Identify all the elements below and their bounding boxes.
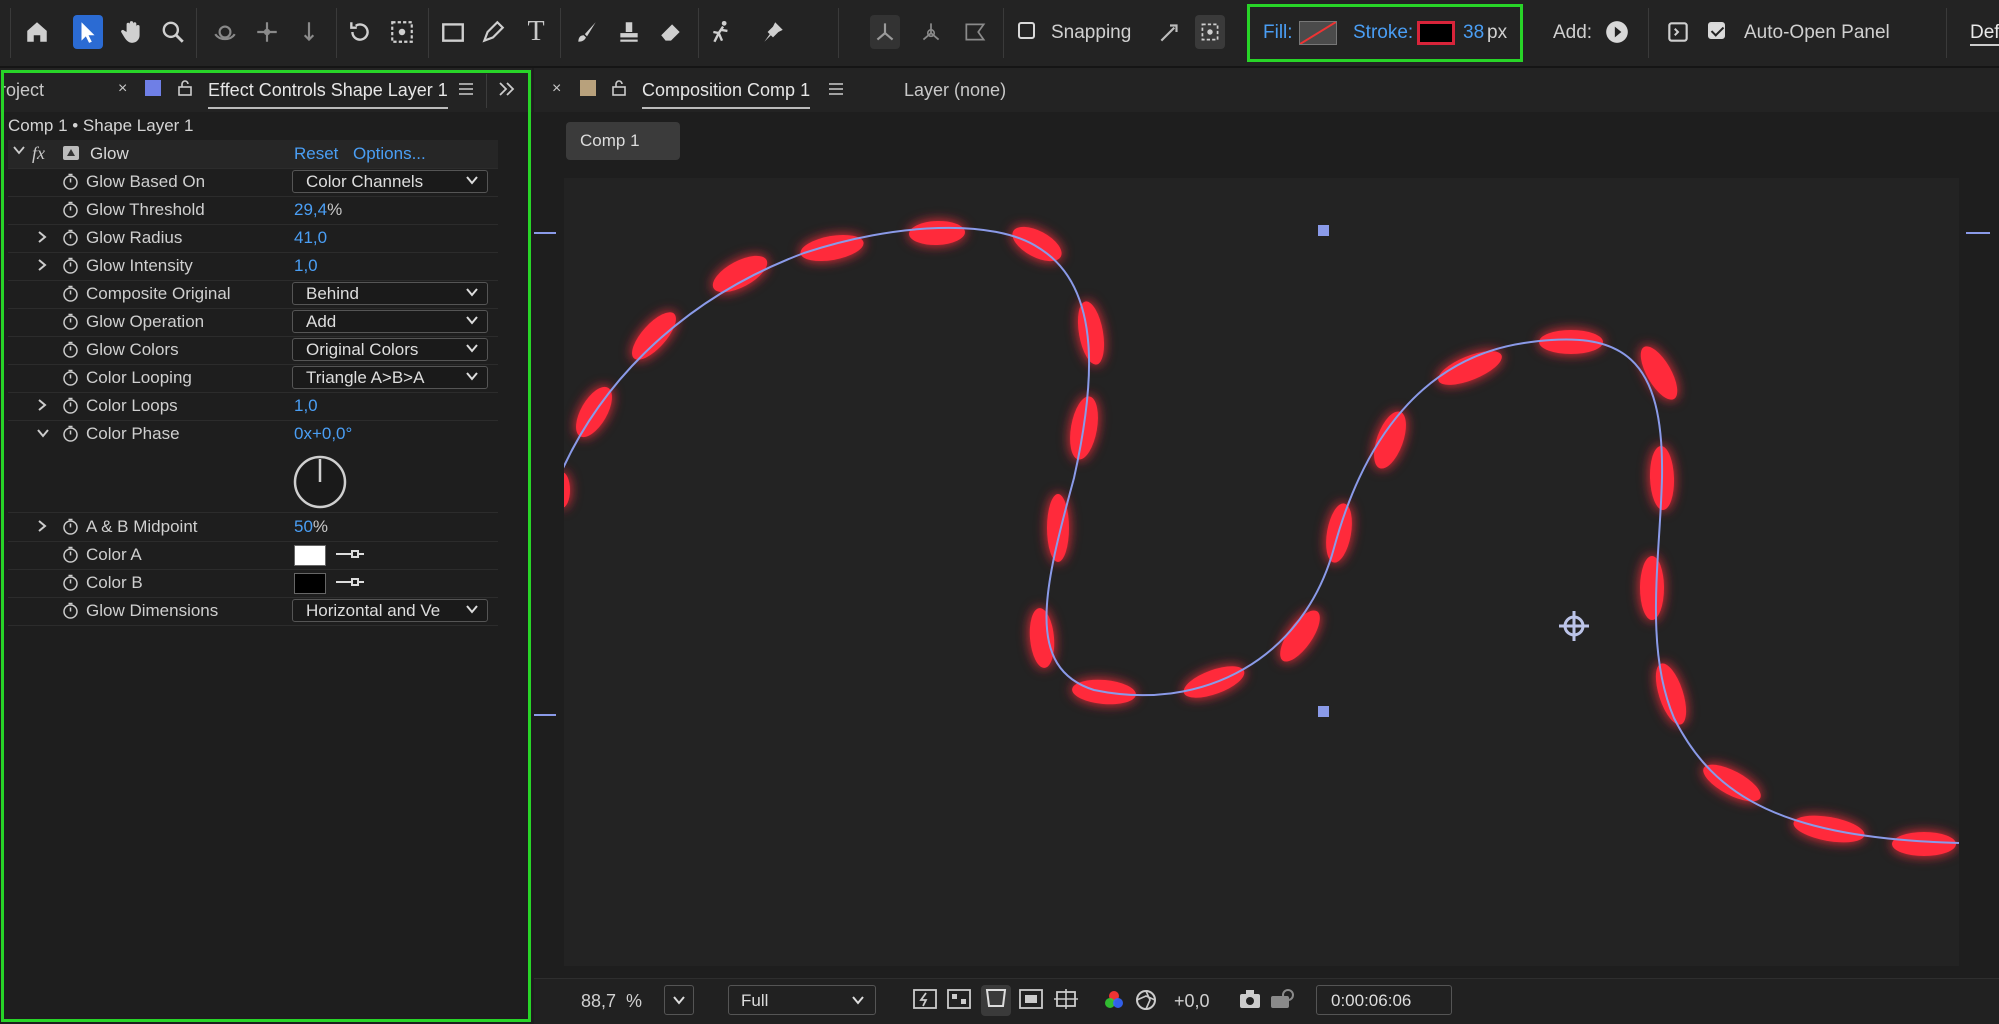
stroke-width-value[interactable]: 38 [1463, 22, 1484, 44]
zoom-unit: % [626, 991, 643, 1011]
exposure-reset-icon[interactable] [1134, 988, 1158, 1017]
snap-features-icon[interactable] [1195, 15, 1225, 49]
viewer-controls-bar: 88,7 % Full +0,0 0:00:06:06 [534, 978, 1999, 1024]
fast-previews-icon[interactable] [912, 987, 938, 1016]
type-icon[interactable]: T [521, 15, 551, 49]
region-of-interest-icon[interactable] [1018, 987, 1044, 1016]
hand-icon[interactable] [117, 15, 147, 49]
exposure-value[interactable]: +0,0 [1174, 991, 1210, 1012]
tab-layer[interactable]: Layer (none) [904, 80, 1006, 101]
stroke-swatch[interactable] [1417, 21, 1455, 45]
snapping-label: Snapping [1051, 22, 1132, 43]
comp-breadcrumb-label: Comp 1 [580, 131, 640, 150]
timecode-value: 0:00:06:06 [1331, 991, 1412, 1010]
toolbar-separator [1946, 8, 1947, 58]
chevron-down-icon [852, 996, 864, 1005]
effect-controls-panel: roject × Effect Controls Shape Layer 1 C… [0, 68, 532, 1023]
toolbar-grip [10, 8, 11, 58]
shape-layer-canvas [564, 220, 1959, 856]
zoom-value[interactable]: 88,7 [581, 991, 616, 1012]
bounding-edge-mark [534, 714, 556, 716]
lock-icon[interactable] [612, 80, 626, 101]
effect-controls-highlight [1, 70, 531, 1022]
close-icon[interactable]: × [552, 80, 561, 98]
comp-breadcrumb-button[interactable]: Comp 1 [566, 122, 680, 160]
composition-panel: × Composition Comp 1 Layer (none) Comp 1 [534, 68, 1999, 1024]
toolbar-separator [336, 8, 337, 58]
auto-open-label: Auto-Open Panel [1744, 22, 1890, 43]
brush-icon[interactable] [572, 15, 602, 49]
camera-snapshot-icon[interactable] [1238, 988, 1262, 1015]
chevron-down-icon [673, 996, 685, 1005]
toolbar-separator [1003, 8, 1004, 58]
rectangle-icon[interactable] [438, 15, 468, 49]
snapping-checkbox[interactable] [1018, 22, 1035, 39]
zoom-dropdown[interactable] [664, 985, 694, 1015]
resolution-dropdown[interactable]: Full [728, 985, 876, 1015]
stroke-label[interactable]: Stroke: [1353, 22, 1413, 44]
composition-viewer[interactable] [564, 178, 1959, 966]
stroke-width-unit: px [1487, 22, 1508, 43]
add-play-icon[interactable] [1602, 15, 1632, 49]
mask-visibility-icon[interactable] [981, 985, 1011, 1016]
home-icon[interactable] [22, 15, 52, 49]
comp-color-swatch [580, 80, 596, 96]
show-snapshot-icon[interactable] [1269, 988, 1295, 1015]
snap-edges-icon[interactable] [1155, 15, 1185, 49]
toolbar-separator [560, 8, 561, 58]
puppet-icon[interactable] [707, 15, 737, 49]
tab-composition[interactable]: Composition Comp 1 [642, 80, 811, 109]
pan-camera-icon[interactable] [252, 15, 282, 49]
view-axis-icon[interactable] [960, 15, 990, 49]
auto-open-checkbox[interactable] [1708, 22, 1725, 39]
dolly-camera-icon[interactable] [294, 15, 324, 49]
bounding-edge-mark [1966, 232, 1990, 234]
pen-icon[interactable] [478, 15, 508, 49]
fill-label[interactable]: Fill: [1263, 22, 1293, 44]
zoom-icon[interactable] [158, 15, 188, 49]
selection-arrow-icon[interactable] [73, 15, 103, 49]
toolbar-separator [698, 8, 699, 58]
current-time-display[interactable]: 0:00:06:06 [1316, 985, 1452, 1015]
toolbar-separator [838, 8, 839, 58]
local-axis-icon[interactable] [870, 15, 900, 49]
workspace-default-tab[interactable]: Def [1970, 22, 1999, 46]
orbit-camera-icon[interactable] [210, 15, 240, 49]
bounding-handle [1318, 706, 1329, 717]
toolbar-separator [196, 8, 197, 58]
glow-dashes [564, 220, 1956, 856]
grid-guides-icon[interactable] [1053, 987, 1079, 1016]
pin-icon[interactable] [758, 15, 788, 49]
panel-menu-icon[interactable] [828, 80, 844, 101]
panel-icon[interactable] [1663, 15, 1693, 49]
eraser-icon[interactable] [656, 15, 686, 49]
toolbar-separator [428, 8, 429, 58]
resolution-value: Full [741, 991, 769, 1010]
color-channels-icon[interactable] [1102, 988, 1126, 1017]
anchor-point-icon [1559, 611, 1589, 641]
add-label: Add: [1553, 22, 1593, 43]
clone-stamp-icon[interactable] [614, 15, 644, 49]
rotate-icon[interactable] [345, 15, 375, 49]
transparency-grid-icon[interactable] [946, 987, 972, 1016]
bounding-edge-mark [534, 232, 556, 234]
fill-swatch[interactable] [1299, 21, 1337, 45]
tools-toolbar: T Snapping Fill: Stroke: 38 px Add: Auto… [0, 0, 1999, 68]
anchor-point-icon[interactable] [387, 15, 417, 49]
toolbar-separator [1648, 8, 1649, 58]
shape-path [564, 226, 1959, 844]
composition-tabs: × Composition Comp 1 Layer (none) [534, 68, 1999, 112]
bounding-handle [1318, 225, 1329, 236]
world-axis-icon[interactable] [916, 15, 946, 49]
